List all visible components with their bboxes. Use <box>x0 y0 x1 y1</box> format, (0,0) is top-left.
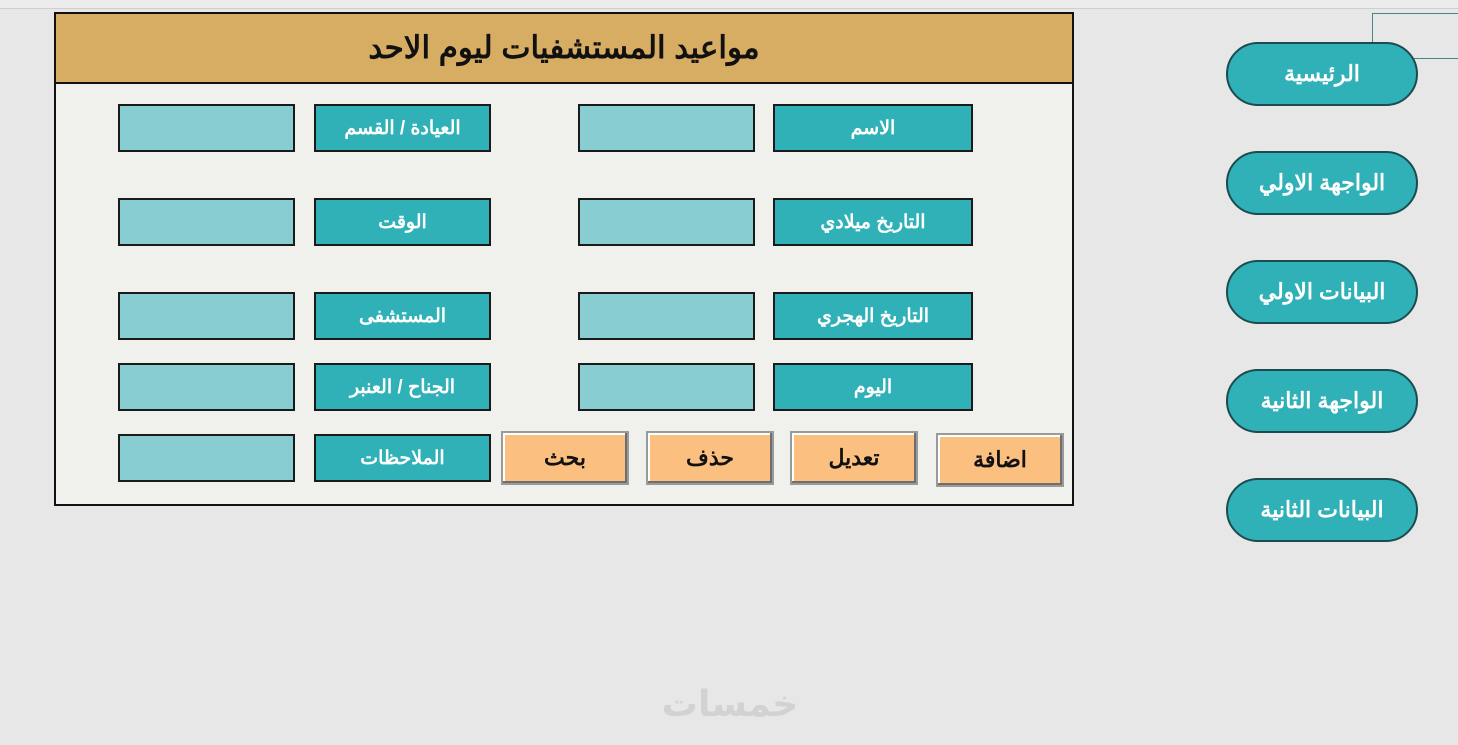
nav-first-interface[interactable]: الواجهة الاولي <box>1226 151 1418 215</box>
nav-first-data[interactable]: البيانات الاولي <box>1226 260 1418 324</box>
label-notes: الملاحظات <box>314 434 491 482</box>
gregorian-date-field[interactable] <box>578 198 755 246</box>
delete-button[interactable]: حذف <box>646 431 774 485</box>
label-name: الاسم <box>773 104 973 152</box>
form-title: مواعيد المستشفيات ليوم الاحد <box>56 14 1072 84</box>
label-ward: الجناح / العنبر <box>314 363 491 411</box>
time-field[interactable] <box>118 198 295 246</box>
window-top-edge <box>0 0 1458 9</box>
label-clinic: العيادة / القسم <box>314 104 491 152</box>
hospital-field[interactable] <box>118 292 295 340</box>
watermark: خمسات <box>661 684 799 725</box>
day-field[interactable] <box>578 363 755 411</box>
search-button[interactable]: بحث <box>501 431 629 485</box>
notes-field[interactable] <box>118 434 295 482</box>
name-field[interactable] <box>578 104 755 152</box>
edit-button[interactable]: تعديل <box>790 431 918 485</box>
label-gregorian-date: التاريخ ميلادي <box>773 198 973 246</box>
add-button[interactable]: اضافة <box>936 433 1064 487</box>
clinic-field[interactable] <box>118 104 295 152</box>
label-hospital: المستشفى <box>314 292 491 340</box>
nav-second-interface[interactable]: الواجهة الثانية <box>1226 369 1418 433</box>
nav-home[interactable]: الرئيسية <box>1226 42 1418 106</box>
label-hijri-date: التاريخ الهجري <box>773 292 973 340</box>
ward-field[interactable] <box>118 363 295 411</box>
nav-second-data[interactable]: البيانات الثانية <box>1226 478 1418 542</box>
label-time: الوقت <box>314 198 491 246</box>
hijri-date-field[interactable] <box>578 292 755 340</box>
label-day: اليوم <box>773 363 973 411</box>
